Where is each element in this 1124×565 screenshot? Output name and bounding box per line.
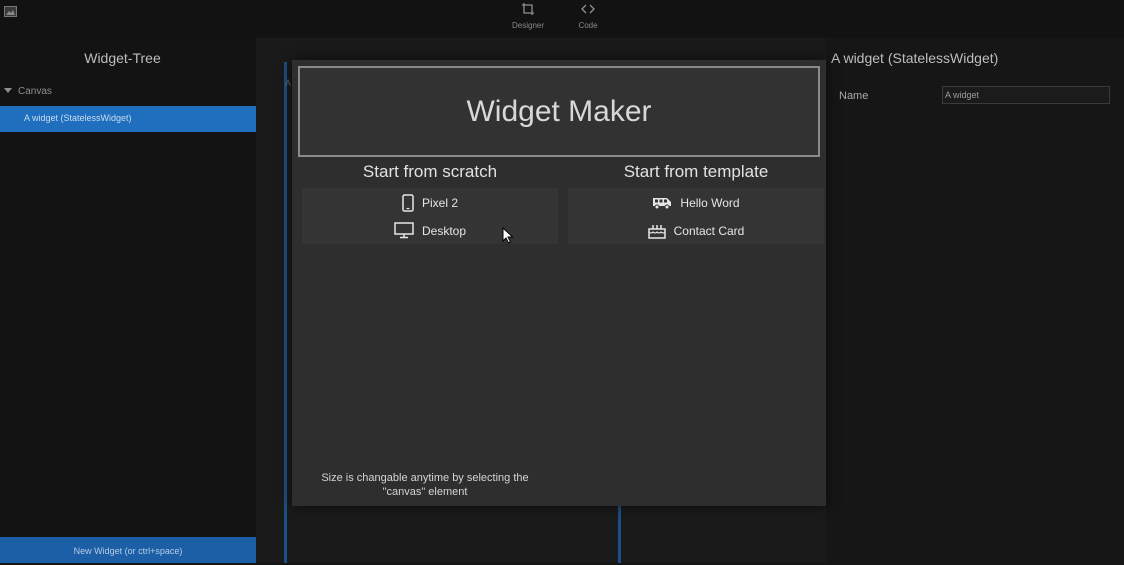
- image-icon[interactable]: [4, 6, 17, 17]
- tree-item-selected-widget[interactable]: A widget (StatelessWidget): [0, 106, 256, 132]
- size-hint: Size is changable anytime by selecting t…: [302, 471, 548, 499]
- properties-title: A widget (StatelessWidget): [831, 50, 999, 66]
- size-hint-line-1: Size is changable anytime by selecting t…: [321, 472, 529, 484]
- template-options: Hello Word Contact Card: [568, 188, 824, 244]
- widget-tree-title: Widget-Tree: [84, 50, 161, 66]
- name-field-label: Name: [839, 90, 869, 102]
- code-button[interactable]: Code: [566, 0, 610, 36]
- scratch-options: Pixel 2 Desktop: [302, 188, 558, 244]
- scratch-column: Start from scratch Pixel 2 Desktop: [302, 160, 558, 244]
- designer-label: Designer: [511, 21, 544, 30]
- code-icon: [581, 4, 595, 14]
- code-label: Code: [578, 21, 598, 30]
- scratch-heading: Start from scratch: [362, 162, 498, 181]
- canvas-edge-left: [284, 62, 287, 563]
- template-column: Start from template Hello Word Contact C…: [568, 160, 824, 244]
- tree-item-canvas-label: Canvas: [18, 86, 52, 97]
- designer-button[interactable]: Designer: [506, 0, 550, 36]
- size-hint-line-2: "canvas" element: [382, 486, 468, 498]
- phone-icon: [402, 194, 414, 212]
- widget-maker-dialog: Widget Maker Start from scratch Pixel 2 …: [292, 60, 826, 506]
- option-hello-word-label: Hello Word: [680, 195, 740, 210]
- widget-tree-panel: Widget-Tree Canvas A widget (StatelessWi…: [0, 38, 256, 563]
- caret-down-icon[interactable]: [4, 88, 12, 93]
- option-contact-card-label: Contact Card: [673, 223, 745, 238]
- crop-icon: [522, 3, 534, 15]
- option-pixel-2-label: Pixel 2: [421, 195, 459, 210]
- new-widget-button[interactable]: New Widget (or ctrl+space): [0, 537, 256, 563]
- tree-item-canvas[interactable]: Canvas: [4, 86, 52, 97]
- cake-icon: [647, 225, 666, 240]
- canvas-marker: A: [285, 78, 292, 88]
- option-desktop[interactable]: Desktop: [302, 216, 558, 244]
- properties-panel: A widget (StatelessWidget) Name: [826, 38, 1124, 563]
- option-desktop-label: Desktop: [421, 223, 467, 238]
- option-pixel-2[interactable]: Pixel 2: [302, 188, 558, 216]
- template-heading: Start from template: [623, 162, 769, 181]
- monitor-icon: [394, 222, 414, 239]
- name-input[interactable]: [942, 86, 1110, 104]
- top-toolbar: Designer Code: [0, 0, 1124, 38]
- tree-item-selected-label: A widget (StatelessWidget): [24, 113, 132, 123]
- new-widget-label: New Widget (or ctrl+space): [73, 546, 183, 556]
- mouse-pointer-icon: [502, 227, 514, 244]
- dialog-header: Widget Maker: [298, 66, 820, 157]
- option-contact-card[interactable]: Contact Card: [568, 216, 824, 244]
- bus-icon: [653, 197, 672, 210]
- option-hello-word[interactable]: Hello Word: [568, 188, 824, 216]
- dialog-title: Widget Maker: [466, 95, 652, 128]
